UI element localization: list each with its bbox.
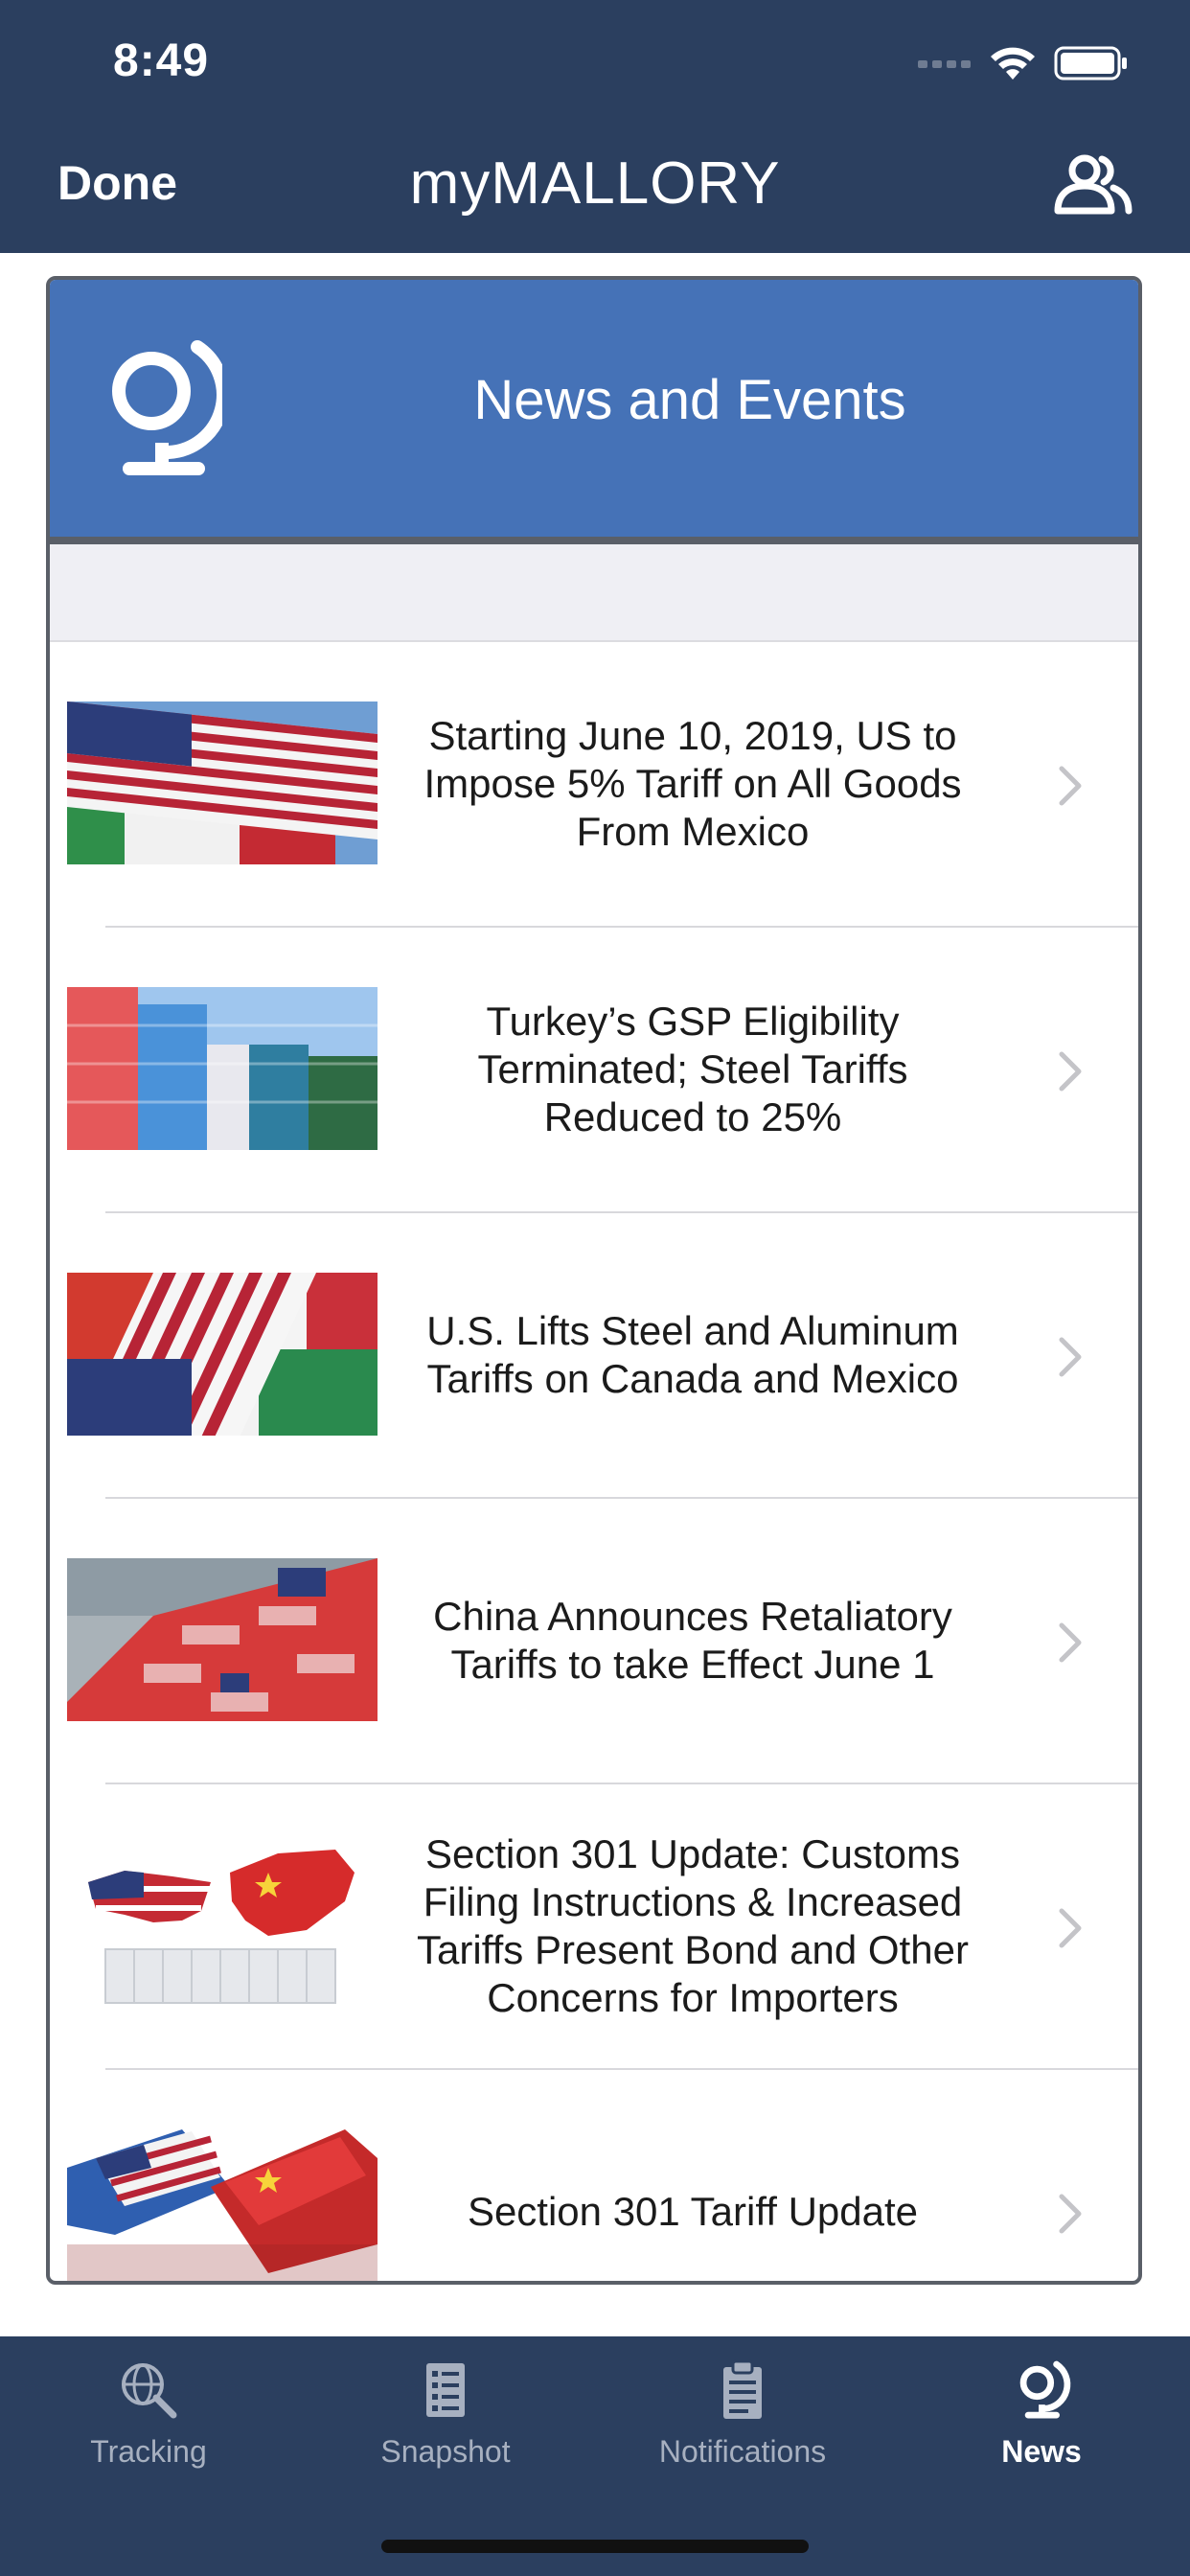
us-china-map-container-image	[67, 1844, 378, 2007]
tab-label: News	[1001, 2434, 1082, 2469]
navigation-bar: Done myMALLORY	[0, 126, 1190, 253]
news-list-item[interactable]: Starting June 10, 2019, US to Impose 5% …	[50, 642, 1138, 928]
status-bar: 8:49	[0, 0, 1190, 126]
news-title: Section 301 Update: Customs Filing Instr…	[417, 1831, 969, 2020]
tab-label: Snapshot	[380, 2434, 511, 2469]
news-title: Starting June 10, 2019, US to Impose 5% …	[423, 713, 962, 854]
tab-snapshot[interactable]: Snapshot	[297, 2359, 594, 2503]
page-title: myMALLORY	[409, 150, 781, 217]
chevron-right-icon	[1059, 1051, 1082, 1092]
cellular-signal-icon	[918, 60, 971, 68]
card-header: News and Events	[50, 280, 1138, 544]
tab-label: Tracking	[90, 2434, 207, 2469]
tab-notifications[interactable]: Notifications	[594, 2359, 891, 2503]
tab-tracking[interactable]: Tracking	[0, 2359, 297, 2503]
list-document-icon	[426, 2363, 465, 2417]
chevron-right-icon	[1059, 1337, 1082, 1377]
us-mexico-flags-image	[67, 702, 378, 864]
news-title: China Announces Retaliatory Tariffs to t…	[433, 1594, 952, 1687]
shipping-containers-image	[67, 987, 378, 1150]
users-icon[interactable]	[1052, 153, 1133, 215]
chevron-right-icon	[1059, 766, 1082, 806]
news-list-item[interactable]: U.S. Lifts Steel and Aluminum Tariffs on…	[50, 1213, 1138, 1499]
news-list-item[interactable]: China Announces Retaliatory Tariffs to t…	[50, 1499, 1138, 1784]
globe-search-icon	[122, 2363, 177, 2419]
chevron-right-icon	[1059, 1908, 1082, 1948]
battery-icon	[1054, 46, 1127, 80]
status-icons	[918, 40, 1129, 86]
news-title: U.S. Lifts Steel and Aluminum Tariffs on…	[426, 1308, 959, 1401]
card-title: News and Events	[473, 369, 906, 431]
china-us-containers-image	[67, 1558, 378, 1721]
globe-icon	[1019, 2360, 1071, 2419]
news-title: Turkey’s GSP Eligibility Terminated; Ste…	[477, 999, 908, 1139]
news-list-item[interactable]: Section 301 Update: Customs Filing Instr…	[50, 1784, 1138, 2070]
news-list-item[interactable]: Section 301 Tariff Update	[50, 2070, 1138, 2281]
globe-icon	[112, 340, 222, 475]
home-indicator	[381, 2540, 809, 2553]
tab-news[interactable]: News	[893, 2359, 1190, 2503]
chevron-right-icon	[1059, 2194, 1082, 2234]
canada-us-mexico-flags-image	[67, 1273, 378, 1436]
tab-label: Notifications	[658, 2434, 827, 2469]
news-card: News and Events Starting June 10, 2019, …	[46, 276, 1142, 2285]
section-spacer	[50, 544, 1138, 642]
clipboard-icon	[723, 2359, 762, 2419]
news-title: Section 301 Tariff Update	[467, 2189, 919, 2234]
news-list: Starting June 10, 2019, US to Impose 5% …	[50, 642, 1138, 2281]
chevron-right-icon	[1059, 1622, 1082, 1663]
wifi-icon	[991, 47, 1035, 80]
status-time: 8:49	[113, 35, 210, 86]
news-list-item[interactable]: Turkey’s GSP Eligibility Terminated; Ste…	[50, 928, 1138, 1213]
us-china-colliding-containers-image	[67, 2129, 378, 2281]
